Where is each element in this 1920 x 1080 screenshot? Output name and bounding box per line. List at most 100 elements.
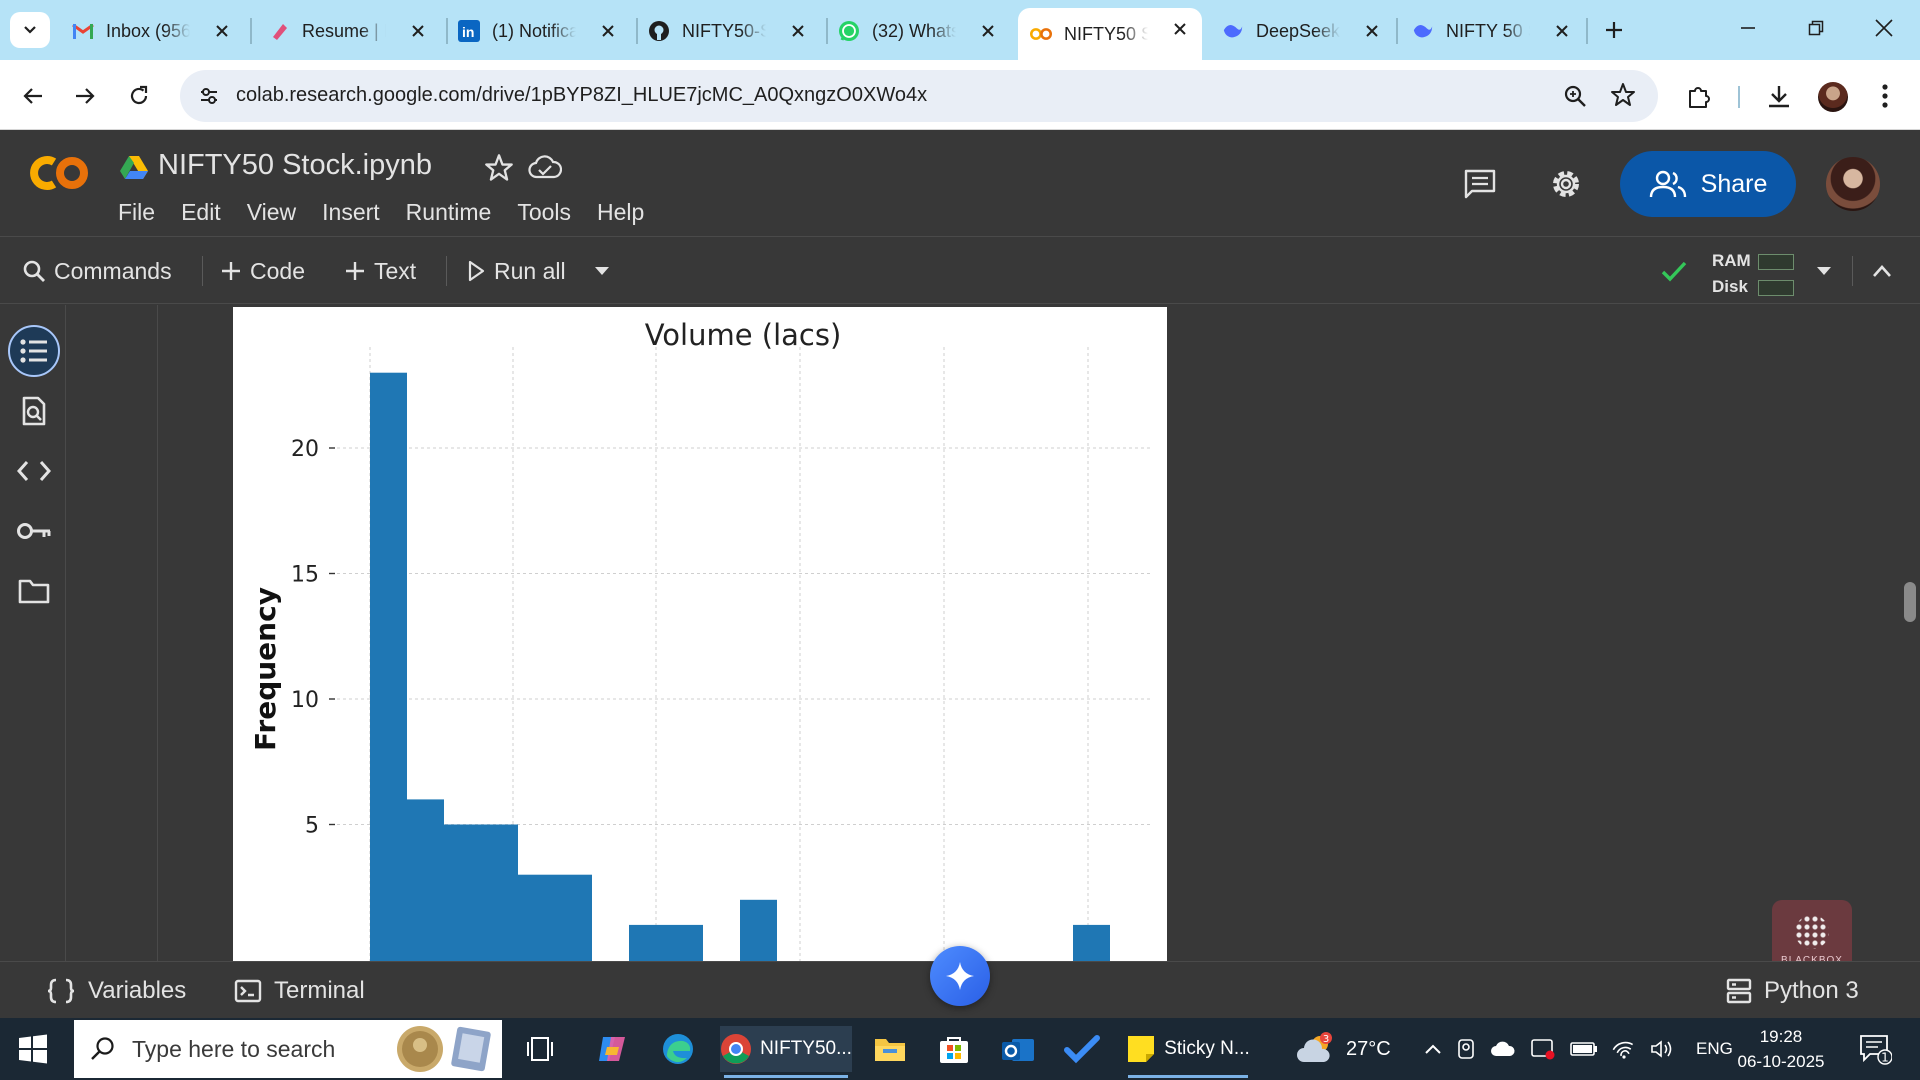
close-window-button[interactable]	[1856, 6, 1912, 50]
browser-toolbar: colab.research.google.com/drive/1pBYP8ZI…	[0, 60, 1920, 130]
zoom-icon[interactable]	[1562, 83, 1588, 114]
downloads-button[interactable]	[1760, 77, 1798, 115]
close-tab-icon[interactable]	[788, 21, 808, 41]
run-all-label: Run all	[494, 257, 566, 284]
new-tab-button[interactable]	[1596, 12, 1632, 48]
user-avatar[interactable]	[1826, 157, 1880, 211]
plus-icon	[1606, 22, 1622, 38]
menu-help[interactable]: Help	[584, 197, 657, 227]
reload-button[interactable]	[120, 77, 158, 115]
run-all-button[interactable]: Run all	[466, 254, 566, 288]
onedrive-icon[interactable]	[1490, 1040, 1516, 1058]
tab-search-button[interactable]	[10, 12, 50, 48]
files-button[interactable]	[8, 565, 60, 617]
star-notebook-icon[interactable]	[484, 153, 514, 188]
edge-button[interactable]	[656, 1026, 700, 1072]
github-icon	[648, 20, 670, 42]
add-text-button[interactable]: Text	[344, 254, 416, 288]
secrets-button[interactable]	[8, 505, 60, 557]
weather-cloud-icon: 3	[1297, 1032, 1332, 1062]
weather-widget[interactable]: 3 27°C	[1296, 1032, 1391, 1066]
chevron-up-icon[interactable]	[1424, 1043, 1442, 1055]
address-bar[interactable]: colab.research.google.com/drive/1pBYP8ZI…	[180, 70, 1658, 122]
taskbar-search-box[interactable]: Type here to search	[74, 1020, 502, 1078]
find-replace-button[interactable]	[8, 385, 60, 437]
tab-gmail[interactable]: Inbox (956	[60, 10, 244, 52]
close-tab-icon[interactable]	[212, 21, 232, 41]
close-tab-icon[interactable]	[1170, 19, 1190, 39]
notification-center-button[interactable]: 1	[1858, 1032, 1893, 1066]
outlook-icon	[1002, 1039, 1034, 1061]
close-tab-icon[interactable]	[978, 21, 998, 41]
restore-button[interactable]	[1788, 6, 1844, 50]
run-options-dropdown[interactable]	[594, 254, 610, 288]
wifi-icon[interactable]	[1612, 1039, 1636, 1059]
close-tab-icon[interactable]	[1362, 21, 1382, 41]
table-of-contents-button[interactable]	[8, 325, 60, 377]
histogram-bar	[481, 824, 518, 961]
notebook-title[interactable]: NIFTY50 Stock.ipynb	[158, 149, 432, 182]
menu-tools[interactable]: Tools	[504, 197, 584, 227]
tab-resume[interactable]: Resume | F	[256, 10, 440, 52]
deepseek-icon	[1412, 20, 1434, 42]
tab-nifty-deepseek[interactable]: NIFTY 50 S	[1400, 10, 1584, 52]
task-view-button[interactable]	[520, 1026, 560, 1072]
url-text[interactable]: colab.research.google.com/drive/1pBYP8ZI…	[236, 84, 927, 107]
arrow-right-icon	[76, 88, 95, 104]
notebook-scrollbar[interactable]	[1904, 582, 1916, 622]
gemini-button[interactable]	[930, 946, 990, 1006]
tab-colab-active[interactable]: NIFTY50 S	[1018, 8, 1202, 60]
minimize-button[interactable]	[1720, 6, 1776, 50]
share-label: Share	[1700, 169, 1768, 198]
code-snippets-button[interactable]	[8, 445, 60, 497]
security-alert-icon[interactable]	[1530, 1038, 1556, 1060]
close-tab-icon[interactable]	[598, 21, 618, 41]
chrome-taskbar-app[interactable]: NIFTY50...	[720, 1026, 852, 1078]
battery-icon[interactable]	[1570, 1041, 1598, 1057]
menu-insert[interactable]: Insert	[309, 197, 393, 227]
share-button[interactable]: Share	[1620, 151, 1796, 217]
settings-button[interactable]	[1546, 164, 1586, 204]
sticky-notes-taskbar-app[interactable]: Sticky N...	[1124, 1026, 1252, 1078]
copilot-button[interactable]	[590, 1026, 634, 1072]
close-tab-icon[interactable]	[1552, 21, 1572, 41]
menu-edit[interactable]: Edit	[168, 197, 234, 227]
menu-view[interactable]: View	[234, 197, 309, 227]
browser-menu-button[interactable]	[1866, 77, 1904, 115]
bookmark-star-icon[interactable]	[1610, 82, 1636, 113]
site-info-icon[interactable]	[196, 83, 222, 109]
file-explorer-button[interactable]	[868, 1026, 912, 1072]
comments-button[interactable]	[1460, 164, 1500, 204]
kernel-status[interactable]: Python 3	[1726, 976, 1859, 1006]
browser-profile-avatar[interactable]	[1818, 82, 1848, 112]
y-axis-label: Frequency	[249, 587, 282, 751]
outlook-button[interactable]	[996, 1026, 1040, 1072]
terminal-button[interactable]: Terminal	[234, 976, 365, 1006]
add-code-button[interactable]: Code	[220, 254, 305, 288]
forward-button[interactable]	[66, 77, 104, 115]
back-button[interactable]	[14, 77, 52, 115]
taskbar-clock[interactable]: 19:28 06-10-2025	[1726, 1024, 1836, 1074]
colab-logo[interactable]	[24, 153, 92, 193]
resource-monitor[interactable]: RAM Disk	[1712, 248, 1751, 300]
cloud-saved-icon[interactable]	[528, 153, 563, 188]
menu-runtime[interactable]: Runtime	[393, 197, 505, 227]
meet-now-icon[interactable]	[1456, 1038, 1476, 1060]
google-drive-icon[interactable]	[120, 155, 148, 179]
variables-button[interactable]: Variables	[46, 976, 186, 1006]
menu-file[interactable]: File	[118, 197, 168, 227]
todo-button[interactable]	[1060, 1026, 1104, 1072]
commands-button[interactable]: Commands	[22, 254, 172, 288]
runtime-options-dropdown[interactable]	[1816, 254, 1832, 288]
tab-whatsapp[interactable]: (32) Whats	[826, 10, 1010, 52]
tab-linkedin[interactable]: in (1) Notifica	[446, 10, 630, 52]
close-tab-icon[interactable]	[408, 21, 428, 41]
ms-store-button[interactable]	[932, 1026, 976, 1072]
volume-icon[interactable]	[1650, 1039, 1674, 1059]
y-tick-label: 5	[305, 814, 319, 839]
extensions-button[interactable]	[1680, 77, 1718, 115]
collapse-header-button[interactable]	[1872, 254, 1892, 288]
tab-deepseek[interactable]: DeepSeek	[1210, 10, 1394, 52]
windows-start-icon[interactable]	[18, 1034, 48, 1064]
tab-github[interactable]: NIFTY50-S	[636, 10, 820, 52]
